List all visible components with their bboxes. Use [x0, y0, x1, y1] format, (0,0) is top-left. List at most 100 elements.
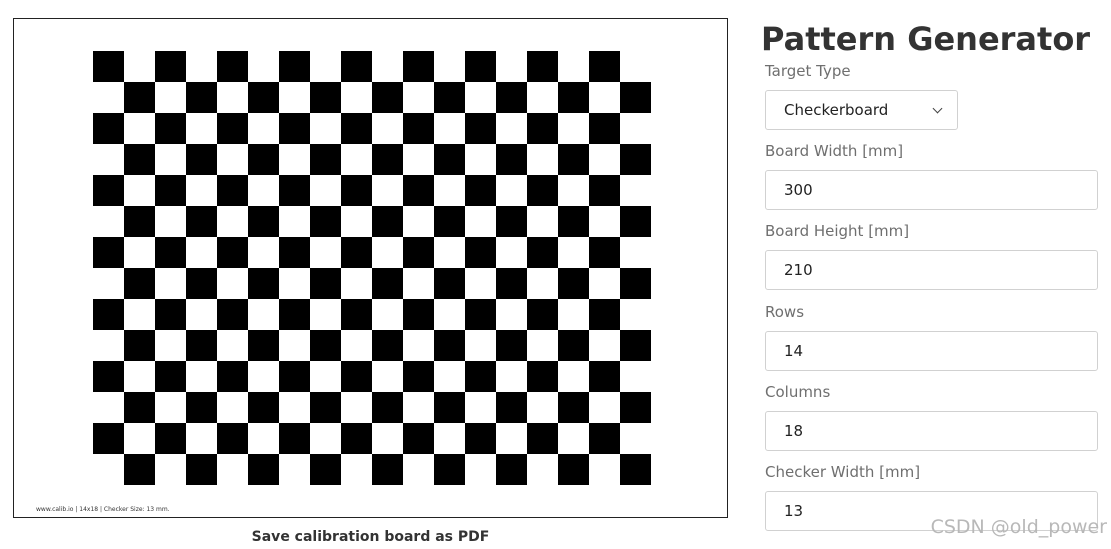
- checker-square: [558, 206, 589, 237]
- checker-square: [310, 392, 341, 423]
- checker-square: [310, 330, 341, 361]
- checker-square: [434, 454, 465, 485]
- checker-square: [620, 144, 651, 175]
- checker-square: [248, 144, 279, 175]
- checker-square: [217, 51, 248, 82]
- checker-square: [496, 144, 527, 175]
- checker-square: [589, 175, 620, 206]
- checker-square: [558, 392, 589, 423]
- checker-square: [186, 144, 217, 175]
- checker-square: [403, 361, 434, 392]
- columns-label: Columns: [765, 383, 831, 401]
- checker-square: [465, 113, 496, 144]
- checker-square: [434, 392, 465, 423]
- checker-square: [186, 330, 217, 361]
- checker-square: [217, 423, 248, 454]
- checker-width-label: Checker Width [mm]: [765, 463, 921, 481]
- checker-square: [620, 454, 651, 485]
- checker-square: [465, 51, 496, 82]
- checker-square: [403, 237, 434, 268]
- checker-square: [93, 361, 124, 392]
- checker-square: [620, 330, 651, 361]
- columns-input[interactable]: [765, 411, 1098, 451]
- checker-square: [279, 175, 310, 206]
- target-type-value: Checkerboard: [784, 101, 889, 119]
- checker-square: [155, 361, 186, 392]
- checker-square: [279, 113, 310, 144]
- board-height-label: Board Height [mm]: [765, 222, 910, 240]
- checker-square: [124, 454, 155, 485]
- checker-square: [496, 82, 527, 113]
- checker-square: [620, 392, 651, 423]
- checker-square: [589, 361, 620, 392]
- checker-square: [124, 82, 155, 113]
- checker-square: [93, 423, 124, 454]
- checker-square: [186, 268, 217, 299]
- checker-square: [93, 113, 124, 144]
- board-width-label: Board Width [mm]: [765, 142, 904, 160]
- board-width-input[interactable]: [765, 170, 1098, 210]
- checker-square: [93, 237, 124, 268]
- checker-square: [558, 144, 589, 175]
- checker-square: [341, 237, 372, 268]
- checker-square: [620, 268, 651, 299]
- board-height-input[interactable]: [765, 250, 1098, 290]
- checker-square: [558, 82, 589, 113]
- checker-square: [124, 268, 155, 299]
- watermark: CSDN @old_power: [930, 516, 1107, 538]
- target-type-label: Target Type: [765, 62, 851, 80]
- checker-square: [341, 113, 372, 144]
- page: www.calib.io | 14x18 | Checker Size: 13 …: [0, 0, 1111, 549]
- checker-square: [372, 330, 403, 361]
- checker-square: [341, 51, 372, 82]
- checker-square: [558, 454, 589, 485]
- checker-square: [248, 330, 279, 361]
- checker-square: [620, 206, 651, 237]
- checker-square: [186, 82, 217, 113]
- checker-square: [155, 51, 186, 82]
- checker-square: [124, 392, 155, 423]
- page-title: Pattern Generator: [761, 20, 1091, 58]
- checker-square: [434, 206, 465, 237]
- checker-square: [93, 51, 124, 82]
- rows-input[interactable]: [765, 331, 1098, 371]
- checkerboard-pattern: [93, 51, 651, 485]
- checker-square: [372, 268, 403, 299]
- checker-square: [310, 206, 341, 237]
- checker-square: [589, 299, 620, 330]
- checker-square: [341, 361, 372, 392]
- checker-square: [310, 144, 341, 175]
- checker-square: [372, 144, 403, 175]
- checker-square: [496, 330, 527, 361]
- checker-square: [465, 361, 496, 392]
- checker-square: [465, 299, 496, 330]
- checker-square: [186, 392, 217, 423]
- checker-square: [527, 175, 558, 206]
- checker-square: [496, 206, 527, 237]
- checker-square: [403, 175, 434, 206]
- board-footer-text: www.calib.io | 14x18 | Checker Size: 13 …: [36, 506, 170, 513]
- checker-square: [372, 454, 403, 485]
- checker-square: [186, 454, 217, 485]
- checker-square: [186, 206, 217, 237]
- checker-square: [465, 175, 496, 206]
- checker-square: [279, 423, 310, 454]
- target-type-select[interactable]: Checkerboard: [765, 90, 958, 130]
- checker-square: [527, 361, 558, 392]
- checker-square: [217, 299, 248, 330]
- checker-square: [155, 423, 186, 454]
- checker-square: [341, 423, 372, 454]
- checker-square: [248, 392, 279, 423]
- checker-square: [620, 82, 651, 113]
- checker-square: [589, 113, 620, 144]
- checker-square: [372, 206, 403, 237]
- checker-square: [465, 423, 496, 454]
- checker-square: [372, 82, 403, 113]
- checker-square: [496, 392, 527, 423]
- board-preview: www.calib.io | 14x18 | Checker Size: 13 …: [13, 18, 728, 518]
- checker-square: [403, 51, 434, 82]
- checker-square: [589, 423, 620, 454]
- rows-label: Rows: [765, 303, 805, 321]
- chevron-down-icon: [932, 103, 943, 113]
- save-pdf-link[interactable]: Save calibration board as PDF: [13, 529, 728, 545]
